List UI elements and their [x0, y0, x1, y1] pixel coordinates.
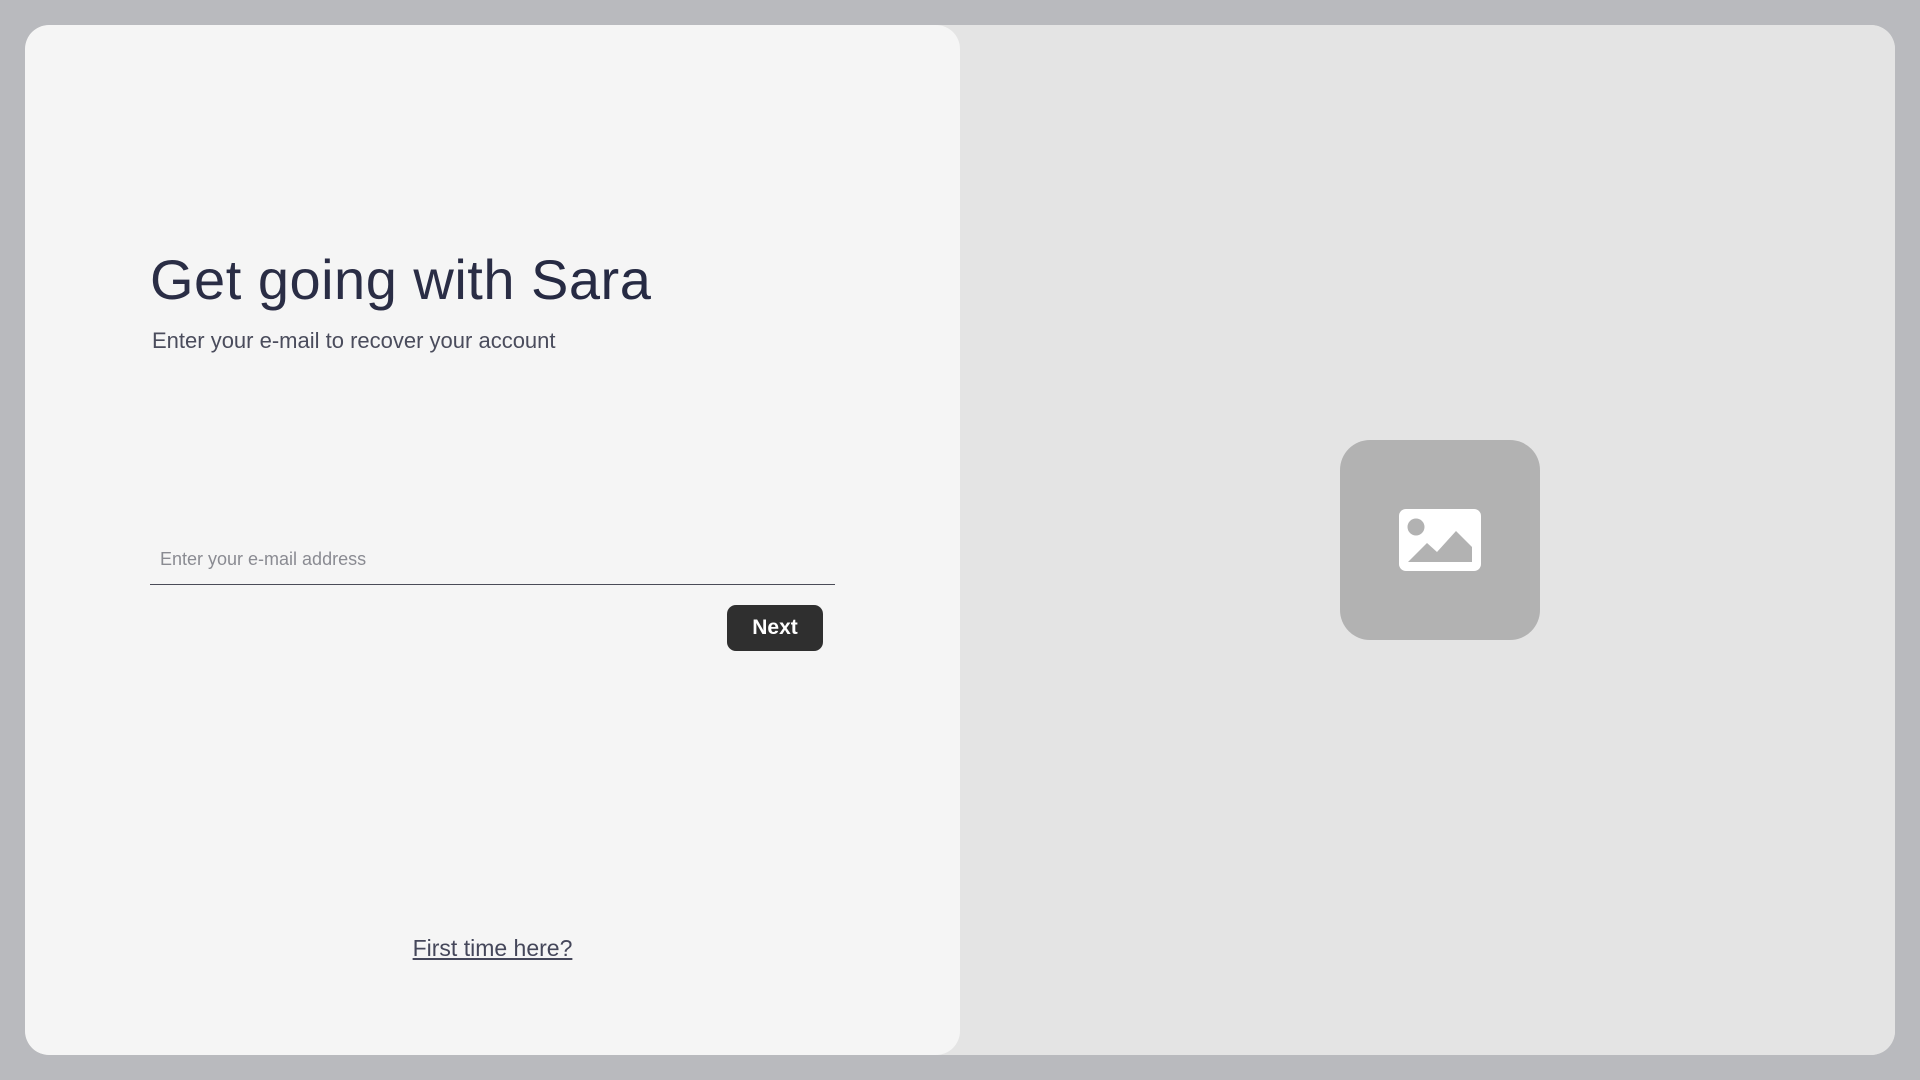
first-time-link[interactable]: First time here?: [25, 935, 960, 962]
headline-prefix: Get going with: [150, 248, 532, 311]
next-button[interactable]: Next: [727, 605, 823, 651]
app-window: Get going with Sara Enter your e-mail to…: [25, 25, 1895, 1055]
image-icon: [1399, 509, 1481, 571]
recovery-panel: Get going with Sara Enter your e-mail to…: [25, 25, 960, 1055]
image-placeholder: [1340, 440, 1540, 640]
page-title: Get going with Sara: [150, 247, 651, 312]
brand-name: Sara: [531, 248, 652, 311]
illustration-panel: [960, 25, 1895, 1055]
email-field[interactable]: [150, 535, 835, 585]
page-subtitle: Enter your e-mail to recover your accoun…: [152, 328, 556, 353]
